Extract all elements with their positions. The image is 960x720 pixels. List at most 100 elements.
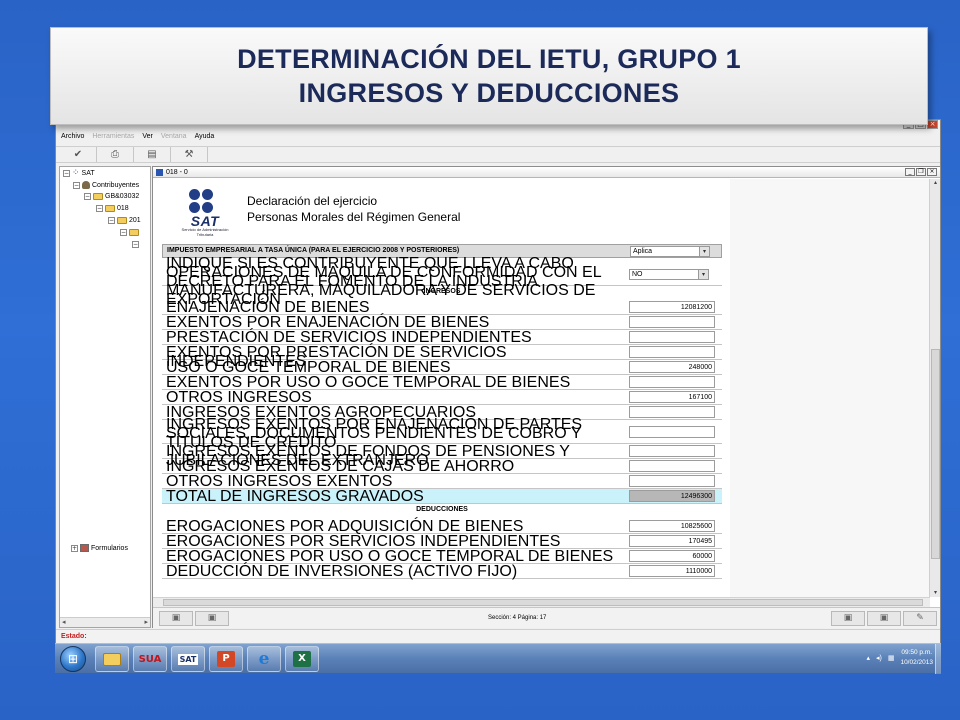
tree-item-year[interactable]: − 201 [108,217,141,224]
network-icon[interactable]: ▦ [888,654,895,662]
form-row-value-field[interactable] [629,406,715,418]
clock-time: 09:50 p.m. [901,649,933,656]
horizontal-scrollbar[interactable] [153,597,930,607]
form-row-value-field[interactable]: 10825600 [629,520,715,532]
form-row-value-field[interactable] [629,331,715,343]
taskbar-explorer[interactable] [95,646,129,672]
form-row-value-field[interactable] [629,460,715,472]
tree-item-subfolder[interactable]: − [120,229,139,236]
volume-icon[interactable]: ◂) [876,654,882,662]
declaration-subtitle: Personas Morales del Régimen General [247,210,461,224]
form-row-label: EROGACIONES POR USO O GOCE TEMPORAL DE B… [166,548,614,565]
vertical-scroll-thumb[interactable] [931,349,940,559]
collapse-icon[interactable]: − [120,229,127,236]
next-page-button[interactable]: ▣ [831,611,865,626]
form-row-value-field[interactable] [629,426,715,438]
collapse-icon[interactable]: − [96,205,103,212]
excel-icon: X [293,651,311,667]
tree-item-formularios[interactable]: + Formularios [71,544,128,552]
aplica-select[interactable]: Aplica ▾ [630,246,710,257]
form-row-value-field[interactable] [629,346,715,358]
last-page-icon: ▣ [879,613,889,623]
collapse-icon[interactable]: − [84,193,91,200]
scroll-up-icon[interactable]: ▴ [931,179,940,187]
show-hidden-icons-icon[interactable]: ▴ [866,654,870,662]
doc-minimize-icon[interactable]: _ [905,168,915,176]
chevron-down-icon[interactable]: ▾ [698,269,709,280]
form-row-value-field[interactable] [629,376,715,388]
menu-ver[interactable]: Ver [142,131,153,143]
check-icon: ✔ [73,149,83,160]
taskbar-powerpoint[interactable]: P [209,646,243,672]
print-button[interactable]: ⎙ [97,147,134,162]
close-icon[interactable]: × [927,120,938,129]
form-row: OTROS INGRESOS 167100 [162,390,722,406]
scroll-right-icon[interactable]: ▸ [144,618,148,627]
horizontal-scroll-thumb[interactable] [163,599,923,606]
folder-icon [105,205,115,212]
form-row: INGRESOS EXENTOS DE FONDOS DE PENSIONES … [162,444,722,469]
taskbar-internet-explorer[interactable]: e [247,646,281,672]
form-row-value-field[interactable] [629,316,715,328]
edit-button[interactable]: ✎ [903,611,937,626]
check-button[interactable]: ✔ [60,147,97,162]
scroll-left-icon[interactable]: ◂ [62,618,66,627]
menu-ventana[interactable]: Ventana [161,131,187,143]
tree-item-leaf[interactable]: − [132,241,139,248]
folder-icon [103,652,121,666]
collapse-icon[interactable]: − [108,217,115,224]
form-row-value-field[interactable] [629,445,715,457]
form-row-label: EXENTOS POR USO O GOCE TEMPORAL DE BIENE… [166,374,571,391]
taskbar-sat[interactable]: SAT [171,646,205,672]
menu-archivo[interactable]: Archivo [61,131,84,143]
start-button[interactable]: ⊞ [60,646,86,672]
last-page-button[interactable]: ▣ [867,611,901,626]
expand-icon[interactable]: + [71,544,78,552]
tree-item-sat[interactable]: − ⁘ SAT [63,169,95,178]
form-row-value-field[interactable]: 167100 [629,391,715,403]
form-row: OTROS INGRESOS EXENTOS [162,474,722,490]
form-row-value-field: 12496300 [629,490,715,502]
folder-icon [93,193,103,200]
previous-page-button[interactable]: ▣ [195,611,229,626]
collapse-icon[interactable]: − [73,181,80,189]
navigation-tree: − ⁘ SAT − Contribuyentes − GB&03032 − 01… [59,166,151,628]
menubar: Archivo Herramientas Ver Ventana Ayuda [56,131,940,143]
form-row-value-field[interactable]: 170495 [629,535,715,547]
doc-close-icon[interactable]: × [927,168,937,176]
tree-horizontal-scrollbar[interactable]: ◂ ▸ [60,617,150,627]
deducciones-section-title: DEDUCCIONES [416,506,468,513]
tools-button[interactable]: ⚒ [171,147,208,162]
document-icon: ▤ [147,149,157,160]
form-row-value-field[interactable] [629,475,715,487]
maquila-select[interactable]: NO ▾ [629,269,709,280]
menu-herramientas[interactable]: Herramientas [92,131,134,143]
chevron-down-icon[interactable]: ▾ [699,246,710,257]
collapse-icon[interactable]: − [63,169,70,177]
taskbar-sua[interactable]: SUA [133,646,167,672]
form-row-value-field[interactable]: 1110000 [629,565,715,577]
form-row-value-field[interactable]: 12081200 [629,301,715,313]
clock[interactable]: 09:50 p.m. 10/02/2013 [900,648,933,668]
form-row-value-field[interactable]: 60000 [629,550,715,562]
form-row-value-field[interactable]: 248000 [629,361,715,373]
scroll-down-icon[interactable]: ▾ [931,589,940,597]
tree-item-rfc[interactable]: − GB&03032 [84,193,139,200]
form-area: SAT Servicio de Administración Tributari… [162,179,730,597]
tree-item-form[interactable]: − 018 [96,205,129,212]
show-desktop-button[interactable] [935,644,941,674]
maquila-select-value: NO [632,271,643,278]
aplica-select-value: Aplica [633,248,653,255]
taskbar-excel[interactable]: X [285,646,319,672]
first-page-button[interactable]: ▣ [159,611,193,626]
menu-ayuda[interactable]: Ayuda [195,131,215,143]
tree-item-contribuyentes[interactable]: − Contribuyentes [73,181,139,189]
collapse-icon[interactable]: − [132,241,139,248]
declaration-title: Declaración del ejercicio [247,194,378,208]
doc-restore-icon[interactable]: ❐ [916,168,926,176]
document-button[interactable]: ▤ [134,147,171,162]
vertical-scrollbar[interactable]: ▴ ▾ [929,179,940,597]
powerpoint-icon: P [217,651,235,667]
form-row-label: TOTAL DE INGRESOS GRAVADOS [166,488,424,505]
sat-logo: SAT Servicio de Administración Tributari… [179,189,231,236]
